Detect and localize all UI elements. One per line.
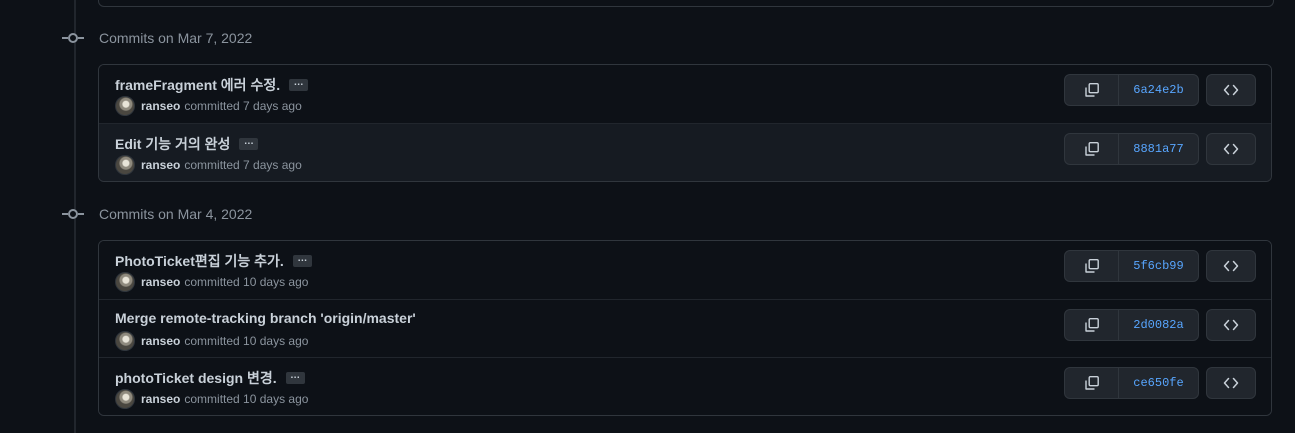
avatar[interactable] [115, 389, 135, 409]
commit-message-line: frameFragment 에러 수정. … [115, 75, 309, 95]
avatar[interactable] [115, 96, 135, 116]
browse-repo-button[interactable] [1206, 250, 1256, 282]
avatar[interactable] [115, 272, 135, 292]
commit-list: PhotoTicket편집 기능 추가. … ranseo committed … [98, 240, 1272, 416]
commit-sha-link[interactable]: ce650fe [1119, 368, 1198, 398]
commit-sha-link[interactable]: 6a24e2b [1119, 75, 1198, 105]
commit-time: committed 10 days ago [184, 275, 309, 289]
copy-sha-button[interactable] [1065, 368, 1119, 398]
browse-repo-button[interactable] [1206, 367, 1256, 399]
commit-list: frameFragment 에러 수정. … ranseo committed … [98, 64, 1272, 182]
copy-icon [1084, 318, 1099, 332]
commit-row: frameFragment 에러 수정. … ranseo committed … [99, 65, 1271, 123]
code-icon [1223, 143, 1239, 155]
commit-meta: ranseo committed 10 days ago [115, 331, 308, 351]
git-commit-icon [62, 33, 84, 43]
code-icon [1223, 260, 1239, 272]
commit-row: photoTicket design 변경. … ranseo committe… [99, 357, 1271, 415]
commit-group-title: Commits on Mar 4, 2022 [99, 206, 253, 222]
commit-message-line: photoTicket design 변경. … [115, 368, 305, 388]
commit-group-header: Commits on Mar 7, 2022 [62, 28, 253, 48]
commit-author[interactable]: ranseo [141, 334, 180, 348]
copy-icon [1084, 142, 1099, 156]
previous-commit-box-edge [98, 0, 1274, 7]
commit-sha-link[interactable]: 5f6cb99 [1119, 251, 1198, 281]
commit-message-link[interactable]: Edit 기능 거의 완성 [115, 134, 230, 154]
copy-sha-button[interactable] [1065, 134, 1119, 164]
code-icon [1223, 377, 1239, 389]
expand-message-button[interactable]: … [292, 254, 312, 267]
commit-author[interactable]: ranseo [141, 275, 180, 289]
commit-meta: ranseo committed 10 days ago [115, 389, 308, 409]
expand-message-button[interactable]: … [285, 371, 305, 384]
commit-group-header: Commits on Mar 4, 2022 [62, 204, 253, 224]
commit-message-link[interactable]: photoTicket design 변경. [115, 368, 277, 388]
copy-sha-button[interactable] [1065, 75, 1119, 105]
commit-sha-link[interactable]: 2d0082a [1119, 310, 1198, 340]
copy-icon [1084, 376, 1099, 390]
commit-message-line: Merge remote-tracking branch 'origin/mas… [115, 310, 416, 326]
commit-time: committed 7 days ago [184, 99, 302, 113]
commit-message-line: Edit 기능 거의 완성 … [115, 134, 259, 154]
commit-message-link[interactable]: Merge remote-tracking branch 'origin/mas… [115, 310, 416, 326]
copy-sha-button[interactable] [1065, 310, 1119, 340]
commit-row: Edit 기능 거의 완성 … ranseo committed 7 days … [99, 123, 1271, 181]
commit-sha-group: ce650fe [1064, 367, 1199, 399]
commit-meta: ranseo committed 7 days ago [115, 155, 302, 175]
avatar[interactable] [115, 331, 135, 351]
commit-message-link[interactable]: PhotoTicket편집 기능 추가. [115, 251, 284, 271]
commit-author[interactable]: ranseo [141, 99, 180, 113]
browse-repo-button[interactable] [1206, 133, 1256, 165]
copy-icon [1084, 259, 1099, 273]
commit-time: committed 10 days ago [184, 392, 309, 406]
copy-sha-button[interactable] [1065, 251, 1119, 281]
commit-time: committed 10 days ago [184, 334, 309, 348]
commit-message-link[interactable]: frameFragment 에러 수정. [115, 75, 280, 95]
browse-repo-button[interactable] [1206, 309, 1256, 341]
commit-row: PhotoTicket편집 기능 추가. … ranseo committed … [99, 241, 1271, 299]
commit-sha-group: 2d0082a [1064, 309, 1199, 341]
commit-meta: ranseo committed 7 days ago [115, 96, 302, 116]
commit-sha-group: 5f6cb99 [1064, 250, 1199, 282]
avatar[interactable] [115, 155, 135, 175]
commit-author[interactable]: ranseo [141, 158, 180, 172]
expand-message-button[interactable]: … [289, 78, 309, 91]
expand-message-button[interactable]: … [239, 137, 259, 150]
commit-sha-link[interactable]: 8881a77 [1119, 134, 1198, 164]
commit-sha-group: 8881a77 [1064, 133, 1199, 165]
code-icon [1223, 319, 1239, 331]
code-icon [1223, 84, 1239, 96]
commit-row: Merge remote-tracking branch 'origin/mas… [99, 299, 1271, 357]
git-commit-icon [62, 209, 84, 219]
copy-icon [1084, 83, 1099, 97]
commit-time: committed 7 days ago [184, 158, 302, 172]
browse-repo-button[interactable] [1206, 74, 1256, 106]
commit-group-title: Commits on Mar 7, 2022 [99, 30, 253, 46]
commit-meta: ranseo committed 10 days ago [115, 272, 308, 292]
commit-sha-group: 6a24e2b [1064, 74, 1199, 106]
commit-message-line: PhotoTicket편집 기능 추가. … [115, 251, 312, 271]
commit-author[interactable]: ranseo [141, 392, 180, 406]
